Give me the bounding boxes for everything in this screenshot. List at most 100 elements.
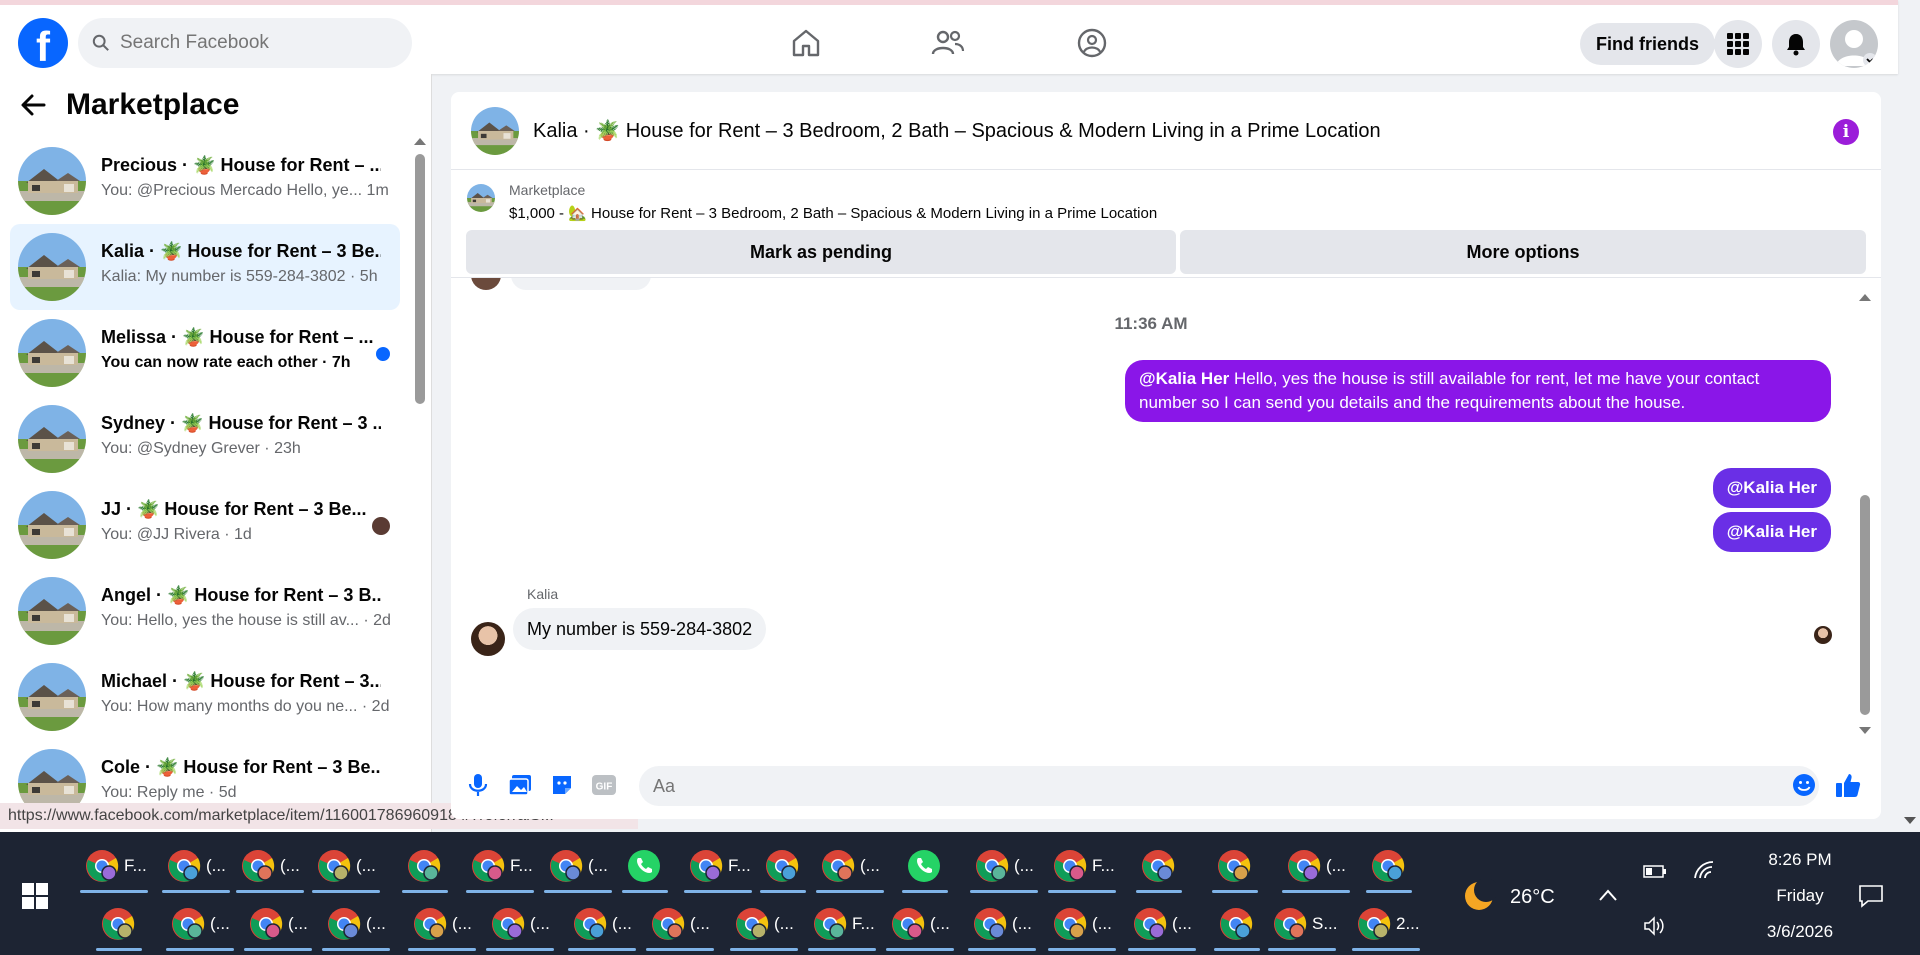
chrome-taskbar-app[interactable]	[1272, 906, 1308, 947]
conversation-item[interactable]: Kalia · 🪴 House for Rent – 3 Be... Kalia:…	[10, 224, 400, 310]
conversation-item[interactable]: Michael · 🪴 House for Rent – 3... You: Ho…	[10, 654, 400, 740]
chrome-taskbar-app[interactable]	[1356, 906, 1392, 947]
facebook-logo[interactable]: f	[18, 18, 68, 68]
chrome-taskbar-app[interactable]	[1370, 848, 1406, 889]
chrome-taskbar-app[interactable]	[1132, 906, 1168, 947]
chrome-taskbar-app[interactable]	[548, 848, 584, 889]
show-hidden-icons-chevron[interactable]	[1598, 888, 1618, 902]
message-input[interactable]	[639, 766, 1819, 806]
chrome-taskbar-app[interactable]	[572, 906, 608, 947]
taskbar-running-indicator	[1212, 890, 1258, 893]
taskbar-app-label: (...	[210, 914, 230, 933]
taskbar-running-indicator	[1048, 948, 1116, 951]
microphone-icon[interactable]	[465, 772, 491, 798]
conversation-item[interactable]: Sydney · 🪴 House for Rent – 3 ... You: @S…	[10, 396, 400, 482]
chrome-taskbar-app[interactable]	[1052, 848, 1088, 889]
weather-moon-icon[interactable]	[1462, 879, 1496, 913]
menu-grid-icon[interactable]	[1714, 20, 1762, 68]
whatsapp-taskbar-app[interactable]	[626, 848, 662, 889]
conversation-item[interactable]: Melissa · 🪴 House for Rent – ... You can …	[10, 310, 400, 396]
chrome-taskbar-app[interactable]	[326, 906, 362, 947]
chrome-taskbar-app[interactable]	[650, 906, 686, 947]
info-icon[interactable]: i	[1833, 119, 1859, 145]
battery-icon[interactable]	[1643, 862, 1667, 880]
chat-scroll-down-icon[interactable]	[1858, 726, 1872, 736]
conversation-item[interactable]: Angel · 🪴 House for Rent – 3 B... You: He…	[10, 568, 400, 654]
chrome-taskbar-app[interactable]	[812, 906, 848, 947]
like-thumbs-up-icon[interactable]	[1835, 772, 1861, 798]
chrome-taskbar-app[interactable]	[1140, 848, 1176, 889]
windows-start-icon[interactable]	[22, 883, 48, 909]
chrome-taskbar-app[interactable]	[470, 848, 506, 889]
whatsapp-taskbar-app[interactable]	[906, 848, 942, 889]
conversation-item[interactable]: Precious · 🪴 House for Rent – ... You: @P…	[10, 138, 400, 224]
chat-scrollbar[interactable]	[1860, 495, 1870, 715]
sticker-icon[interactable]	[549, 772, 575, 798]
chrome-taskbar-app[interactable]	[170, 906, 206, 947]
chrome-taskbar-app[interactable]	[406, 848, 442, 889]
groups-icon[interactable]	[1072, 23, 1112, 63]
volume-icon[interactable]	[1643, 916, 1667, 936]
clock-day[interactable]: Friday	[1750, 886, 1850, 906]
photo-icon[interactable]	[507, 772, 533, 798]
back-arrow-icon[interactable]	[20, 93, 46, 117]
weather-temperature[interactable]: 26°C	[1510, 886, 1555, 909]
mention-bubble[interactable]: @Kalia Her	[1712, 512, 1831, 552]
chrome-taskbar-app[interactable]	[820, 848, 856, 889]
mention-bubble[interactable]: @Kalia Her	[1712, 468, 1831, 508]
mention[interactable]: @Kalia Her	[1139, 369, 1229, 388]
chrome-taskbar-app[interactable]	[1052, 906, 1088, 947]
chrome-taskbar-app[interactable]	[316, 848, 352, 889]
chrome-taskbar-app[interactable]	[974, 848, 1010, 889]
conversation-scrollbar[interactable]	[415, 154, 425, 404]
chrome-taskbar-app[interactable]	[1286, 848, 1322, 889]
gif-icon[interactable]: GIF	[591, 772, 617, 798]
home-icon[interactable]	[786, 23, 826, 63]
listing-price-title[interactable]: $1,000 - 🏡 House for Rent – 3 Bedroom, 2…	[509, 204, 1157, 222]
chat-title[interactable]: Kalia · 🪴 House for Rent – 3 Bedroom, 2 …	[533, 118, 1381, 143]
chat-scroll-up-icon[interactable]	[1858, 292, 1872, 302]
taskbar-running-indicator	[322, 948, 390, 951]
sent-message-bubble[interactable]: @Kalia Her Hello, yes the house is still…	[1125, 360, 1831, 422]
conversation-item[interactable]: JJ · 🪴 House for Rent – 3 Be... You: @JJ …	[10, 482, 400, 568]
received-message-bubble[interactable]: My number is 559-284-3802	[513, 608, 767, 650]
message-composer: GIF	[451, 754, 1881, 814]
chrome-taskbar-app[interactable]	[248, 906, 284, 947]
chrome-taskbar-app[interactable]	[890, 906, 926, 947]
listing-mini-thumbnail[interactable]	[467, 184, 495, 212]
taskbar-app-label: (...	[588, 856, 608, 875]
chrome-taskbar-app[interactable]	[240, 848, 276, 889]
conversation-preview: You: How many months do you ne... · 2d	[101, 698, 390, 715]
taskbar-running-indicator	[80, 890, 148, 893]
chrome-taskbar-app[interactable]	[490, 906, 526, 947]
chrome-taskbar-app[interactable]	[84, 848, 120, 889]
mark-as-pending-button[interactable]: Mark as pending	[466, 230, 1176, 274]
chrome-taskbar-app[interactable]	[100, 906, 136, 947]
friends-icon[interactable]	[928, 23, 968, 63]
chrome-taskbar-app[interactable]	[412, 906, 448, 947]
notification-center-icon[interactable]	[1858, 884, 1884, 908]
chrome-taskbar-app[interactable]	[688, 848, 724, 889]
clock-time[interactable]: 8:26 PM	[1750, 850, 1850, 870]
listing-thumbnail[interactable]	[471, 106, 519, 155]
taskbar-running-indicator	[236, 890, 304, 893]
notifications-bell-icon[interactable]	[1772, 20, 1820, 68]
find-friends-button[interactable]: Find friends	[1580, 23, 1715, 65]
chrome-taskbar-app[interactable]	[1218, 906, 1254, 947]
profile-avatar[interactable]	[1830, 20, 1878, 68]
kalia-avatar[interactable]	[471, 622, 505, 656]
taskbar-running-indicator	[544, 890, 612, 893]
scroll-up-arrow-icon[interactable]	[413, 136, 427, 146]
search-box[interactable]	[78, 18, 412, 68]
more-options-button[interactable]: More options	[1180, 230, 1866, 274]
chrome-taskbar-app[interactable]	[764, 848, 800, 889]
search-input[interactable]	[120, 32, 380, 54]
clock-date[interactable]: 3/6/2026	[1750, 922, 1850, 942]
chrome-taskbar-app[interactable]	[166, 848, 202, 889]
chrome-taskbar-app[interactable]	[972, 906, 1008, 947]
chrome-taskbar-app[interactable]	[734, 906, 770, 947]
wifi-icon[interactable]	[1693, 860, 1715, 880]
emoji-icon[interactable]	[1791, 772, 1817, 798]
page-scroll-down-icon[interactable]	[1903, 816, 1917, 826]
chrome-taskbar-app[interactable]	[1216, 848, 1252, 889]
